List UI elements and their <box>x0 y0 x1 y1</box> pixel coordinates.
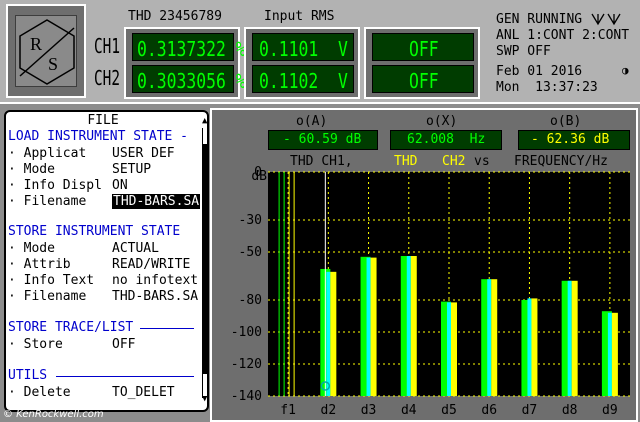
ch1-aux-readout: OFF <box>372 33 474 61</box>
store-trace-rule <box>140 328 194 329</box>
watermark: © KenRockwell.com <box>3 409 104 420</box>
bar-ch2-d9 <box>611 312 618 396</box>
thd-label: THD 23456789 <box>128 9 222 24</box>
ch1-aux-value: OFF <box>409 37 439 61</box>
store-mode-label: · Mode <box>8 241 55 256</box>
svg-text:S: S <box>48 54 58 74</box>
time-display: Mon 13:37:23 <box>496 80 598 95</box>
x-tick-label-d4: d4 <box>401 403 417 418</box>
y-tick-label-5: -120 <box>231 357 262 372</box>
rms-panel: 0.1101 V 0.1102 V <box>244 27 360 99</box>
x-tick-label-d6: d6 <box>481 403 497 418</box>
y-tick-label-0: 0 <box>254 165 262 180</box>
load-state-heading[interactable]: LOAD INSTRUMENT STATE - <box>8 129 188 144</box>
ch2-aux-readout: OFF <box>372 65 474 93</box>
x-tick-label-d9: d9 <box>602 403 618 418</box>
gen-running-icon <box>591 13 621 26</box>
ch2-label: CH2 <box>94 66 121 90</box>
bar-edge-d8 <box>567 280 572 396</box>
bar-edge-d4 <box>406 256 411 396</box>
aux-panel: OFF OFF <box>364 27 480 99</box>
ch1-thd-value: 0.3137322 % <box>137 37 246 61</box>
y-tick-label-3: -80 <box>239 293 262 308</box>
ch1-thd-readout: 0.3137322 % <box>132 33 246 61</box>
ch1-rms-readout: 0.1101 V <box>252 33 354 61</box>
bar-ch2-d4 <box>410 256 417 396</box>
bar-ch2-d8 <box>571 280 578 396</box>
delete-value[interactable]: TO_DELET <box>112 385 175 400</box>
utils-rule <box>56 376 194 377</box>
harmonic-bar-chart[interactable]: 0 -30 -50 -80 -100 -120 -140 f1 d2 d3 d4 d5 d6 d7 d8 d9 <box>212 110 640 422</box>
bar-edge-d2 <box>326 271 331 396</box>
scroll-thumb[interactable] <box>203 144 207 374</box>
attrib-label: · Attrib <box>8 257 71 272</box>
status-strip: R S CH1 CH2 THD 23456789 Input RMS 0.313… <box>0 0 640 104</box>
anl-status: ANL 1:CONT 2:CONT <box>496 28 630 43</box>
bar-edge-d3 <box>366 257 371 396</box>
info-displ-value[interactable]: ON <box>112 178 128 193</box>
delete-label: · Delete <box>8 385 71 400</box>
store-state-heading[interactable]: STORE INSTRUMENT STATE <box>8 224 180 239</box>
attrib-value[interactable]: READ/WRITE <box>112 257 190 272</box>
file-menu-panel: FILE LOAD INSTRUMENT STATE - · Applicat … <box>4 110 209 412</box>
bar-ch2-d5 <box>451 302 457 396</box>
scroll-up-arrow-icon[interactable]: ▲ <box>202 116 207 126</box>
x-tick-label-d2: d2 <box>321 403 337 418</box>
ch1-label: CH1 <box>94 34 121 58</box>
bar-ch2-d6 <box>491 279 498 396</box>
load-filename-field[interactable]: THD-BARS.SA <box>112 194 201 209</box>
scrollbar[interactable] <box>202 128 207 398</box>
store-filename-value[interactable]: THD-BARS.SA <box>112 289 198 304</box>
bar-edge-d9 <box>607 312 612 396</box>
info-displ-label: · Info Displ <box>8 178 102 193</box>
svg-text:R: R <box>30 34 42 54</box>
scroll-down-arrow-icon[interactable]: ▼ <box>202 394 207 404</box>
applicat-value[interactable]: USER DEF <box>112 146 175 161</box>
info-text-value[interactable]: no infotext <box>112 273 198 288</box>
gen-status: GEN RUNNING <box>496 12 583 27</box>
date-display: Feb 01 2016 <box>496 64 583 79</box>
trace-store-label: · Store <box>8 337 63 352</box>
ch2-thd-value: 0.3033056 % <box>137 69 246 93</box>
swp-status: SWP OFF <box>496 44 551 59</box>
y-tick-label-6: -140 <box>231 389 262 404</box>
bar-edge-d5 <box>447 302 451 396</box>
bar-ch2-d7 <box>531 298 538 396</box>
trace-store-value[interactable]: OFF <box>112 337 135 352</box>
bar-edge-d6 <box>487 279 492 396</box>
x-tick-label-f1: f1 <box>280 403 296 418</box>
rms-label: Input RMS <box>264 9 335 24</box>
x-tick-label-d3: d3 <box>361 403 377 418</box>
x-tick-label-d8: d8 <box>562 403 578 418</box>
thd-panel: 0.3137322 % 0.3033056 % <box>124 27 246 99</box>
x-tick-label-d5: d5 <box>441 403 457 418</box>
ch2-rms-readout: 0.1102 V <box>252 65 354 93</box>
bar-ch2-d2 <box>330 271 337 396</box>
ch1-rms-value: 0.1101 V <box>259 37 348 61</box>
utils-heading[interactable]: UTILS <box>8 368 47 383</box>
store-trace-heading[interactable]: STORE TRACE/LIST <box>8 320 133 335</box>
y-tick-label-4: -100 <box>231 325 262 340</box>
ch2-aux-value: OFF <box>409 69 439 93</box>
graph-panel: o(A) o(X) o(B) - 60.59 dB 62.008 Hz - 62… <box>210 108 638 422</box>
file-panel-title: FILE <box>87 113 119 128</box>
applicat-label: · Applicat <box>8 146 87 161</box>
rs-logo-icon: R S <box>19 19 75 85</box>
store-filename-label: · Filename <box>8 289 87 304</box>
y-tick-label-1: -30 <box>239 213 262 228</box>
bar-edge-d7 <box>527 298 532 396</box>
x-tick-label-d7: d7 <box>522 403 538 418</box>
ch2-thd-readout: 0.3033056 % <box>132 65 246 93</box>
rs-logo: R S <box>15 15 77 87</box>
half-moon-icon: ◑ <box>622 64 629 77</box>
y-tick-label-2: -50 <box>239 245 262 260</box>
info-text-label: · Info Text <box>8 273 95 288</box>
bar-ch2-d3 <box>370 257 377 396</box>
mode-label: · Mode <box>8 162 55 177</box>
load-filename-label: · Filename <box>8 194 87 209</box>
mode-value[interactable]: SETUP <box>112 162 151 177</box>
ch2-rms-value: 0.1102 V <box>259 69 348 93</box>
rs-logo-frame: R S <box>6 4 86 98</box>
store-mode-value[interactable]: ACTUAL <box>112 241 159 256</box>
